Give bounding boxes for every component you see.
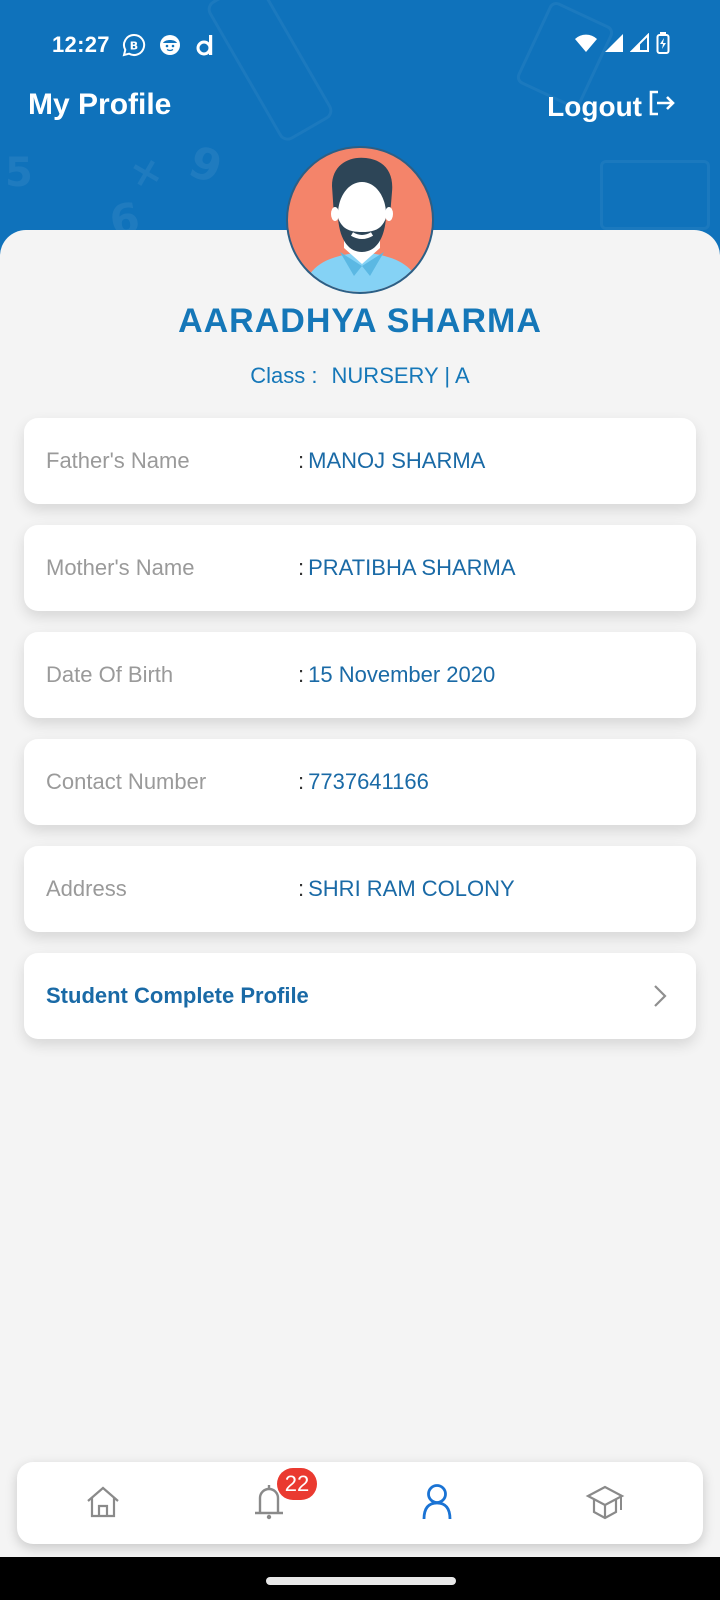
background-decoration: 9 xyxy=(182,136,229,195)
logout-label: Logout xyxy=(547,90,642,122)
background-decoration: 5 xyxy=(5,150,33,196)
status-time: 12:27 xyxy=(52,32,110,57)
detail-label: Mother's Name xyxy=(46,555,195,580)
detail-value-text: PRATIBHA SHARMA xyxy=(308,555,516,580)
detail-value-text: MANOJ SHARMA xyxy=(308,448,486,473)
home-icon xyxy=(86,1485,120,1524)
class-label: Class : xyxy=(250,363,318,388)
signal-full-icon xyxy=(604,33,624,58)
logout-icon xyxy=(646,88,676,125)
detail-card-father-name: Father's Name : MANOJ SHARMA xyxy=(24,418,696,504)
status-bar: 12:27 B xyxy=(0,0,720,90)
class-value: NURSERY | A xyxy=(331,363,470,388)
home-gesture-handle[interactable] xyxy=(266,1577,456,1585)
battery-charging-icon xyxy=(656,31,670,59)
male-avatar-icon xyxy=(286,146,434,294)
separator: : xyxy=(298,448,305,473)
status-app-icons: B xyxy=(122,32,218,58)
background-decoration: × xyxy=(124,146,167,198)
logout-button[interactable]: Logout xyxy=(547,88,676,125)
svg-text:B: B xyxy=(130,40,138,53)
kids-face-icon xyxy=(158,33,182,57)
separator: : xyxy=(298,555,305,580)
separator: : xyxy=(298,876,305,901)
student-name: AARADHYA SHARMA xyxy=(178,302,542,340)
detail-value: : PRATIBHA SHARMA xyxy=(298,555,516,581)
profile-screen: × 9 6 5 12:27 B My Profile Logout AARADH… xyxy=(0,0,720,1600)
detail-card-mother-name: Mother's Name : PRATIBHA SHARMA xyxy=(24,525,696,611)
detail-label: Address xyxy=(46,876,127,901)
detail-value: : MANOJ SHARMA xyxy=(298,448,485,474)
signal-partial-icon xyxy=(629,32,650,58)
separator: : xyxy=(298,662,305,687)
background-decoration xyxy=(600,160,710,230)
nav-academics[interactable] xyxy=(583,1482,627,1526)
detail-value-text: 7737641166 xyxy=(308,769,429,794)
detail-card-contact-number: Contact Number :7737641166 xyxy=(24,739,696,825)
user-icon xyxy=(420,1483,454,1526)
detail-label: Father's Name xyxy=(46,448,190,473)
student-class: Class : NURSERY | A xyxy=(0,363,720,389)
student-complete-profile-button[interactable]: Student Complete Profile xyxy=(24,953,696,1039)
graduation-cap-icon xyxy=(585,1484,625,1525)
separator: : xyxy=(298,769,305,794)
system-status-icons xyxy=(574,31,670,59)
chevron-right-icon xyxy=(652,983,668,1014)
detail-label: Date Of Birth xyxy=(46,662,174,687)
detail-value-text: 15 November 2020 xyxy=(308,662,496,687)
complete-profile-label: Student Complete Profile xyxy=(46,983,309,1008)
dailyhunt-d-icon xyxy=(194,33,218,57)
details-list: Father's Name : MANOJ SHARMA Mother's Nam… xyxy=(24,418,696,1060)
whatsapp-business-icon: B xyxy=(122,33,146,57)
notification-count-badge: 22 xyxy=(277,1468,317,1500)
detail-label: Contact Number xyxy=(46,769,207,794)
detail-value: :7737641166 xyxy=(298,769,429,795)
wifi-icon xyxy=(574,33,598,58)
page-title: My Profile xyxy=(28,88,172,121)
detail-card-date-of-birth: Date Of Birth :15 November 2020 xyxy=(24,632,696,718)
nav-home[interactable] xyxy=(81,1482,125,1526)
detail-value: : SHRI RAM COLONY xyxy=(298,876,515,902)
detail-value-text: SHRI RAM COLONY xyxy=(308,876,515,901)
detail-value: :15 November 2020 xyxy=(298,662,495,688)
bottom-navigation xyxy=(17,1462,703,1544)
nav-profile[interactable] xyxy=(415,1482,459,1526)
detail-card-address: Address : SHRI RAM COLONY xyxy=(24,846,696,932)
